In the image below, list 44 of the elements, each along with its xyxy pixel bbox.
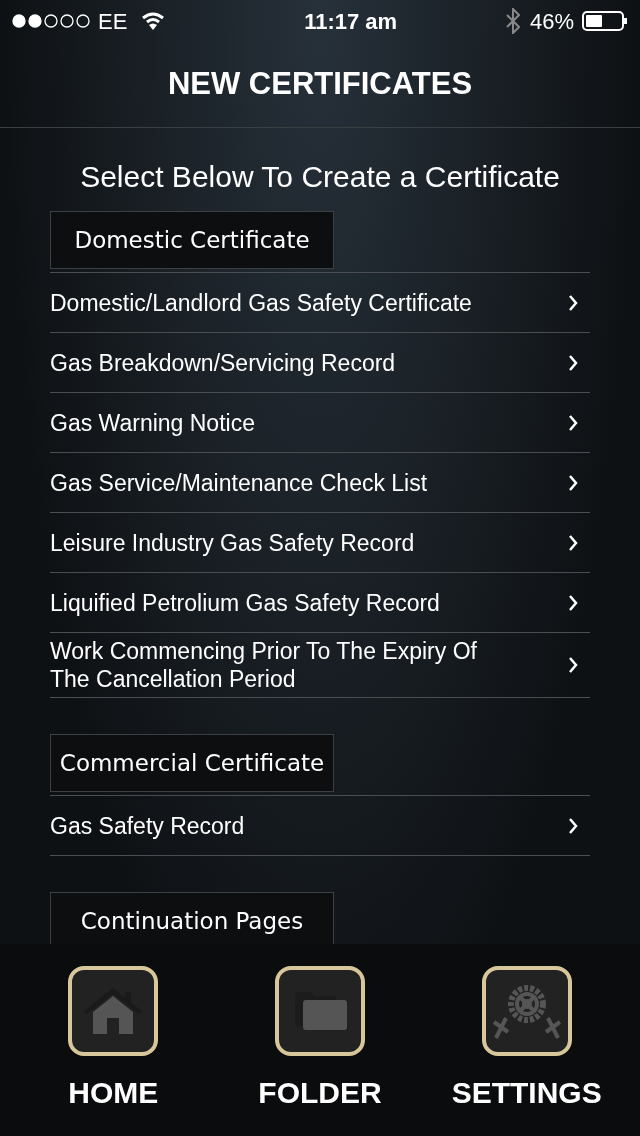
certificate-row[interactable]: Work Commencing Prior To The Expiry Of The Cancellation Period (50, 633, 590, 698)
tab-label: FOLDER (258, 1075, 382, 1111)
section-header: Domestic Certificate (50, 211, 334, 269)
bluetooth-icon (505, 8, 520, 34)
section-header: Commercial Certificate (50, 734, 334, 792)
row-label: Gas Safety Record (50, 811, 246, 840)
chevron-icon (568, 656, 578, 674)
row-label: Liquified Petrolium Gas Safety Record (50, 588, 441, 617)
certificate-row[interactable]: Gas Service/Maintenance Check List (50, 453, 590, 513)
battery-icon (582, 11, 628, 31)
row-label: Gas Breakdown/Servicing Record (50, 348, 397, 377)
certificate-row[interactable]: Leisure Industry Gas Safety Record (50, 513, 590, 573)
signal-icon (12, 14, 90, 28)
chevron-icon (568, 413, 578, 432)
chevron-icon (568, 473, 578, 492)
certificate-row[interactable]: Gas Breakdown/Servicing Record (50, 333, 590, 393)
tab-label: SETTINGS (451, 1075, 602, 1111)
chevron-icon (568, 593, 578, 612)
certificate-row[interactable]: Gas Warning Notice (50, 393, 590, 453)
tab-bar-button[interactable]: HOME (13, 966, 214, 1115)
chevron-icon (568, 293, 578, 312)
clock-time: 11:17 am (304, 7, 398, 36)
chevron-icon (568, 353, 578, 372)
wifi-icon (141, 12, 166, 30)
tab-label: HOME (68, 1075, 159, 1111)
row-label: Leisure Industry Gas Safety Record (50, 528, 416, 557)
section-heading: Select Below To Create a Certificate (79, 159, 561, 195)
row-label: Gas Warning Notice (50, 408, 256, 437)
tab-bar-button[interactable]: SETTINGS (426, 966, 627, 1115)
chevron-icon (568, 533, 578, 552)
page-title: NEW CERTIFICATES (167, 65, 473, 104)
certificate-row[interactable]: Liquified Petrolium Gas Safety Record (50, 573, 590, 633)
battery-percentage: 46% (529, 7, 574, 36)
row-label: Domestic/Landlord Gas Safety Certificate (50, 288, 473, 317)
carrier-name: EE (98, 7, 128, 36)
tab-bar-button[interactable]: FOLDER (220, 966, 420, 1115)
row-label: Gas Service/Maintenance Check List (50, 468, 429, 497)
chevron-icon (568, 816, 578, 835)
row-label: Work Commencing Prior To The Expiry Of The Cancellation Period (50, 637, 478, 693)
certificate-row[interactable]: Gas Safety Record (50, 796, 590, 856)
folder-icon (293, 992, 347, 1030)
section-header: Continuation Pages (50, 892, 334, 944)
gear-icon (491, 982, 562, 1040)
certificate-row[interactable]: Domestic/Landlord Gas Safety Certificate (50, 273, 590, 333)
